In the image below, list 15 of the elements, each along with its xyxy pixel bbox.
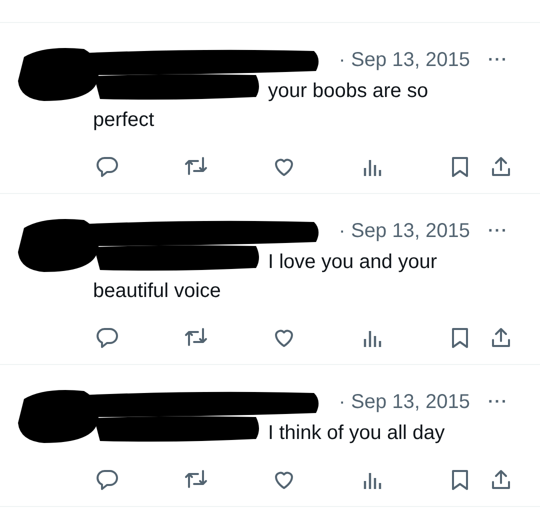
tweet-text: your boobs are so perfect <box>93 79 430 133</box>
tweet-date: · Sep 13, 2015 <box>338 48 470 72</box>
tweet-text: I think of you all day <box>267 421 446 446</box>
more-options-button[interactable]: ··· <box>488 50 508 70</box>
reply-icon[interactable] <box>96 468 120 492</box>
tweet-date: · Sep 13, 2015 <box>338 390 470 414</box>
share-icon[interactable] <box>489 468 513 492</box>
reply-icon[interactable] <box>96 155 120 179</box>
share-icon[interactable] <box>489 326 513 350</box>
share-icon[interactable] <box>489 155 513 179</box>
tweet-text: I love you and your beautiful voice <box>93 250 438 304</box>
more-options-button[interactable]: ··· <box>488 221 508 241</box>
more-options-button[interactable]: ··· <box>488 392 508 412</box>
tweet-date: · Sep 13, 2015 <box>338 220 470 242</box>
reply-icon[interactable] <box>96 326 120 350</box>
